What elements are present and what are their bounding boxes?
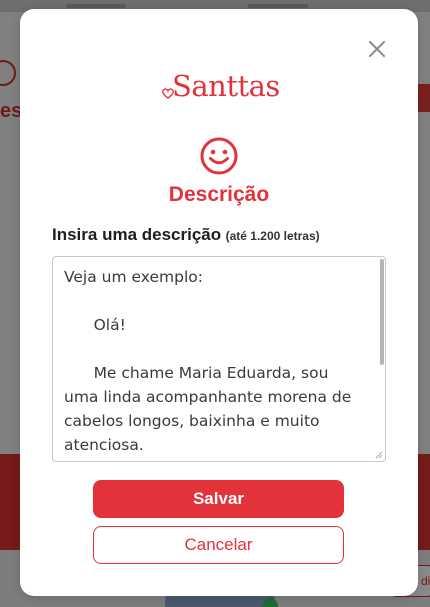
save-button[interactable]: Salvar [93,480,344,518]
description-textarea-value[interactable]: Veja um exemplo: Olá! Me chame Maria Edu… [53,257,385,461]
description-label-text: Insira uma descrição [52,225,222,244]
background-top-tab [66,4,126,8]
close-icon[interactable] [364,36,390,62]
background-online-indicator [262,598,278,607]
description-length-hint: (até 1.200 letras) [225,229,320,243]
cancel-button[interactable]: Cancelar [93,526,344,564]
logo-text: Santtas [172,69,280,103]
textarea-scrollbar-thumb[interactable] [380,259,384,365]
resize-grip-icon[interactable] [375,451,383,459]
smiley-face-icon [200,137,238,175]
description-field-label: Insira uma descrição (até 1.200 letras) [52,225,320,245]
modal-title: Descrição [168,183,270,206]
description-textarea[interactable]: Veja um exemplo: Olá! Me chame Maria Edu… [52,256,386,462]
background-top-tab [248,4,308,8]
description-modal: Santtas Descrição Insira uma descrição (… [20,9,418,596]
brand-logo: Santtas [162,67,280,107]
background-heading-fragment: es [0,100,23,122]
background-smiley-icon [0,60,16,86]
textarea-scrollbar[interactable] [379,259,384,459]
